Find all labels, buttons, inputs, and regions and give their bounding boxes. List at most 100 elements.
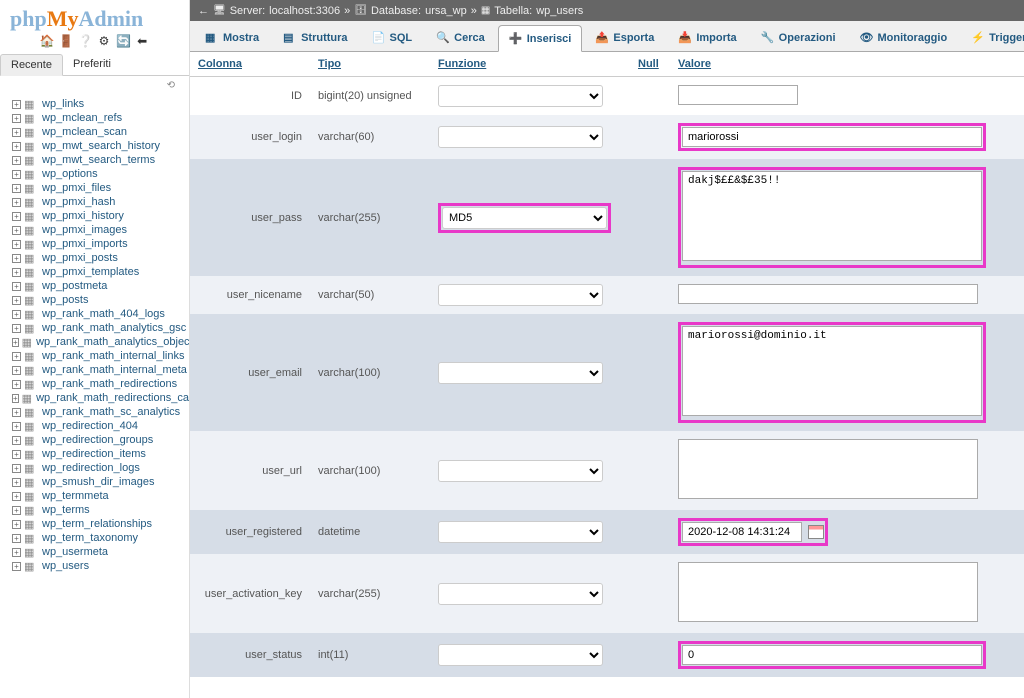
- tree-item[interactable]: +wp_rank_math_redirections_cache: [0, 391, 189, 405]
- value-input[interactable]: [682, 645, 982, 665]
- expand-icon[interactable]: +: [12, 240, 21, 249]
- sidebar-tab-favorites[interactable]: Preferiti: [63, 54, 121, 75]
- tree-item[interactable]: +wp_postmeta: [0, 279, 189, 293]
- collapse-icon[interactable]: ⟲: [0, 76, 189, 95]
- tree-item[interactable]: +wp_term_relationships: [0, 517, 189, 531]
- tree-item[interactable]: +wp_termmeta: [0, 489, 189, 503]
- bc-server[interactable]: localhost:3306: [269, 5, 340, 17]
- th-null[interactable]: Null: [630, 52, 670, 77]
- tree-item[interactable]: +wp_rank_math_analytics_gsc: [0, 321, 189, 335]
- expand-icon[interactable]: +: [12, 156, 21, 165]
- reload-icon[interactable]: 🔄: [116, 34, 130, 48]
- expand-icon[interactable]: +: [12, 534, 21, 543]
- tree-item[interactable]: +wp_pmxi_history: [0, 209, 189, 223]
- tab-structure[interactable]: ▤Struttura: [272, 25, 358, 51]
- th-value[interactable]: Valore: [670, 52, 1024, 77]
- tree-item[interactable]: +wp_mwt_search_history: [0, 139, 189, 153]
- expand-icon[interactable]: +: [12, 506, 21, 515]
- tab-export[interactable]: 📤Esporta: [584, 25, 665, 51]
- expand-icon[interactable]: +: [12, 450, 21, 459]
- value-input[interactable]: [678, 85, 798, 105]
- function-select[interactable]: [438, 521, 603, 543]
- expand-icon[interactable]: +: [12, 268, 21, 277]
- bc-db[interactable]: ursa_wp: [425, 5, 467, 17]
- home-icon[interactable]: 🏠: [40, 34, 54, 48]
- breadcrumb-arrow-icon[interactable]: ←: [198, 5, 209, 17]
- expand-icon[interactable]: +: [12, 310, 21, 319]
- tree-item[interactable]: +wp_mwt_search_terms: [0, 153, 189, 167]
- tree-item[interactable]: +wp_mclean_refs: [0, 111, 189, 125]
- expand-icon[interactable]: +: [12, 338, 19, 347]
- expand-icon[interactable]: +: [12, 226, 21, 235]
- expand-icon[interactable]: +: [12, 198, 21, 207]
- tree-item[interactable]: +wp_pmxi_files: [0, 181, 189, 195]
- tree-item[interactable]: +wp_smush_dir_images: [0, 475, 189, 489]
- value-input[interactable]: [682, 127, 982, 147]
- tree-item[interactable]: +wp_rank_math_redirections: [0, 377, 189, 391]
- function-select[interactable]: [438, 460, 603, 482]
- tree-item[interactable]: +wp_posts: [0, 293, 189, 307]
- tree-item[interactable]: +wp_rank_math_analytics_objects: [0, 335, 189, 349]
- expand-icon[interactable]: +: [12, 128, 21, 137]
- tab-sql[interactable]: 📄SQL: [361, 25, 424, 51]
- value-input[interactable]: [678, 284, 978, 304]
- tree-item[interactable]: +wp_rank_math_internal_meta: [0, 363, 189, 377]
- expand-icon[interactable]: +: [12, 422, 21, 431]
- bc-table[interactable]: wp_users: [536, 5, 583, 17]
- tab-insert[interactable]: ➕Inserisci: [498, 25, 583, 52]
- tree-item[interactable]: +wp_pmxi_posts: [0, 251, 189, 265]
- tree-item[interactable]: +wp_pmxi_imports: [0, 237, 189, 251]
- expand-icon[interactable]: +: [12, 478, 21, 487]
- tree-item[interactable]: +wp_usermeta: [0, 545, 189, 559]
- sidebar-tab-recent[interactable]: Recente: [0, 54, 63, 76]
- function-select[interactable]: MD5: [442, 207, 607, 229]
- tree-item[interactable]: +wp_pmxi_templates: [0, 265, 189, 279]
- expand-icon[interactable]: +: [12, 520, 21, 529]
- tree-item[interactable]: +wp_users: [0, 559, 189, 573]
- function-select[interactable]: [438, 644, 603, 666]
- tree-item[interactable]: +wp_pmxi_images: [0, 223, 189, 237]
- tree-item[interactable]: +wp_mclean_scan: [0, 125, 189, 139]
- tree-item[interactable]: +wp_pmxi_hash: [0, 195, 189, 209]
- th-type[interactable]: Tipo: [310, 52, 430, 77]
- expand-icon[interactable]: +: [12, 380, 21, 389]
- th-column[interactable]: Colonna: [190, 52, 310, 77]
- tree-item[interactable]: +wp_redirection_items: [0, 447, 189, 461]
- expand-icon[interactable]: +: [12, 394, 19, 403]
- tab-operations[interactable]: 🔧Operazioni: [750, 25, 847, 51]
- tab-search[interactable]: 🔍Cerca: [425, 25, 496, 51]
- expand-icon[interactable]: +: [12, 184, 21, 193]
- expand-icon[interactable]: +: [12, 408, 21, 417]
- expand-icon[interactable]: +: [12, 548, 21, 557]
- expand-icon[interactable]: +: [12, 114, 21, 123]
- function-select[interactable]: [438, 583, 603, 605]
- expand-icon[interactable]: +: [12, 170, 21, 179]
- expand-icon[interactable]: +: [12, 464, 21, 473]
- tab-triggers[interactable]: ⚡Trigger: [960, 25, 1024, 51]
- tree-item[interactable]: +wp_term_taxonomy: [0, 531, 189, 545]
- tree-item[interactable]: +wp_links: [0, 97, 189, 111]
- tab-tracking[interactable]: 👁Monitoraggio: [849, 25, 959, 51]
- nav-icon[interactable]: ⬅: [135, 34, 149, 48]
- function-select[interactable]: [438, 85, 603, 107]
- logout-icon[interactable]: 🚪: [59, 34, 73, 48]
- expand-icon[interactable]: +: [12, 324, 21, 333]
- tab-import[interactable]: 📥Importa: [667, 25, 747, 51]
- expand-icon[interactable]: +: [12, 492, 21, 501]
- function-select[interactable]: [438, 362, 603, 384]
- expand-icon[interactable]: +: [12, 212, 21, 221]
- value-input[interactable]: [678, 562, 978, 622]
- th-function[interactable]: Funzione: [430, 52, 630, 77]
- tree-item[interactable]: +wp_redirection_logs: [0, 461, 189, 475]
- value-input[interactable]: [682, 326, 982, 416]
- value-input[interactable]: [678, 439, 978, 499]
- value-input[interactable]: [682, 522, 802, 542]
- function-select[interactable]: [438, 284, 603, 306]
- function-select[interactable]: [438, 126, 603, 148]
- tree-item[interactable]: +wp_terms: [0, 503, 189, 517]
- calendar-icon[interactable]: [808, 525, 824, 539]
- tree-item[interactable]: +wp_rank_math_404_logs: [0, 307, 189, 321]
- tab-browse[interactable]: ▦Mostra: [194, 25, 270, 51]
- tree-item[interactable]: +wp_redirection_groups: [0, 433, 189, 447]
- expand-icon[interactable]: +: [12, 562, 21, 571]
